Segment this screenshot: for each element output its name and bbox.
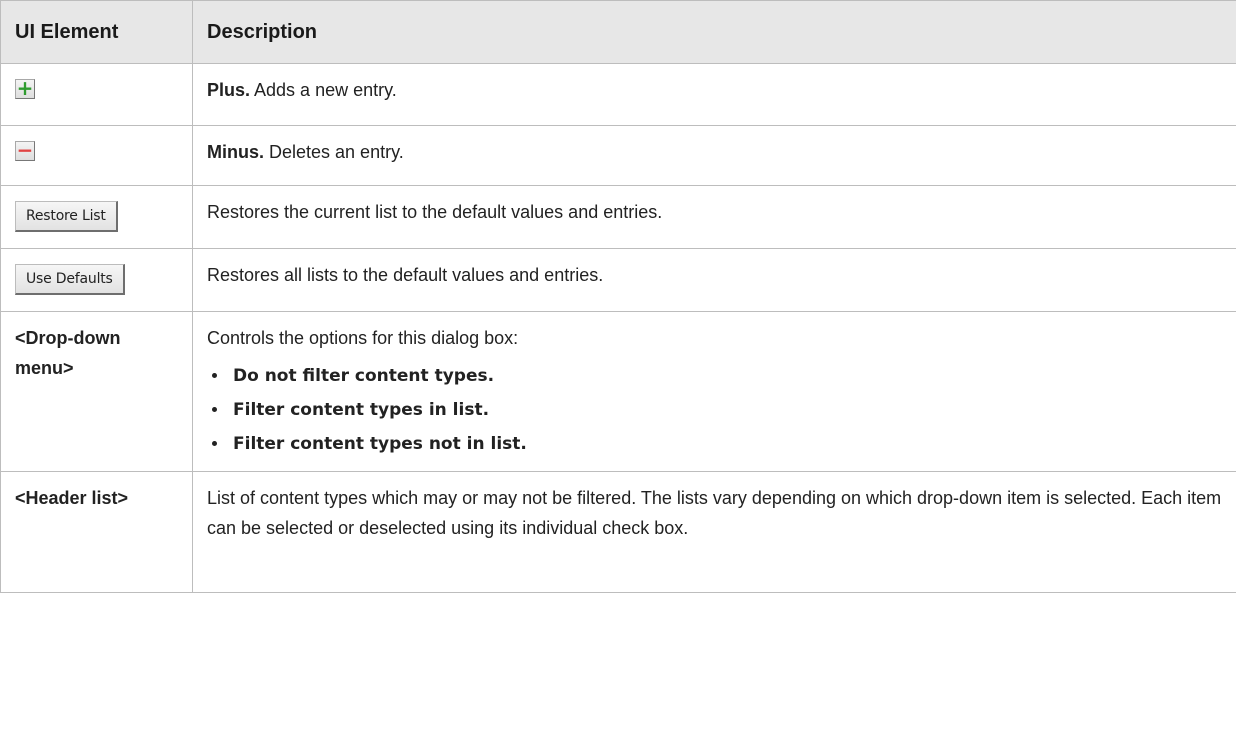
table-row: − Minus. Deletes an entry. [0, 125, 1236, 186]
description-cell: Restores all lists to the default values… [192, 248, 1236, 312]
column-header-ui-element: UI Element [0, 0, 193, 64]
ui-element-cell: <Header list> [0, 471, 193, 593]
description-term: Plus. [207, 80, 251, 100]
column-header-description: Description [192, 0, 1236, 64]
table-row: + Plus. Adds a new entry. [0, 63, 1236, 126]
ui-element-table: UI Element Description + Plus. Adds a ne… [0, 0, 1236, 593]
ui-element-cell: <Drop-down menu> [0, 311, 193, 472]
description-cell: Plus. Adds a new entry. [192, 63, 1236, 126]
option-item: Filter content types not in list. [229, 427, 1224, 461]
ui-element-cell: + [0, 63, 193, 126]
description-cell: Controls the options for this dialog box… [192, 311, 1236, 472]
option-list: Do not filter content types. Filter cont… [207, 359, 1224, 461]
description-text: Adds a new entry. [250, 80, 397, 100]
description-cell: Restores the current list to the default… [192, 185, 1236, 249]
header-list-label: <Header list> [15, 488, 129, 508]
table-row: <Header list> List of content types whic… [0, 471, 1236, 593]
use-defaults-button[interactable]: Use Defaults [15, 264, 125, 295]
description-cell: List of content types which may or may n… [192, 471, 1236, 593]
description-text: Deletes an entry. [264, 142, 404, 162]
description-cell: Minus. Deletes an entry. [192, 125, 1236, 186]
table-row: Restore List Restores the current list t… [0, 185, 1236, 249]
table-row: <Drop-down menu> Controls the options fo… [0, 311, 1236, 472]
description-text: Controls the options for this dialog box… [207, 328, 519, 348]
option-item: Do not filter content types. [229, 359, 1224, 393]
ui-element-cell: − [0, 125, 193, 186]
drop-down-menu-label: <Drop-down menu> [15, 328, 121, 378]
option-item: Filter content types in list. [229, 393, 1224, 427]
minus-icon[interactable]: − [15, 138, 35, 162]
ui-element-cell: Use Defaults [0, 248, 193, 312]
ui-element-cell: Restore List [0, 185, 193, 249]
table-row: Use Defaults Restores all lists to the d… [0, 248, 1236, 312]
table-header-row: UI Element Description [0, 0, 1236, 64]
plus-icon[interactable]: + [15, 76, 35, 100]
description-term: Minus. [207, 142, 264, 162]
restore-list-button[interactable]: Restore List [15, 201, 118, 232]
